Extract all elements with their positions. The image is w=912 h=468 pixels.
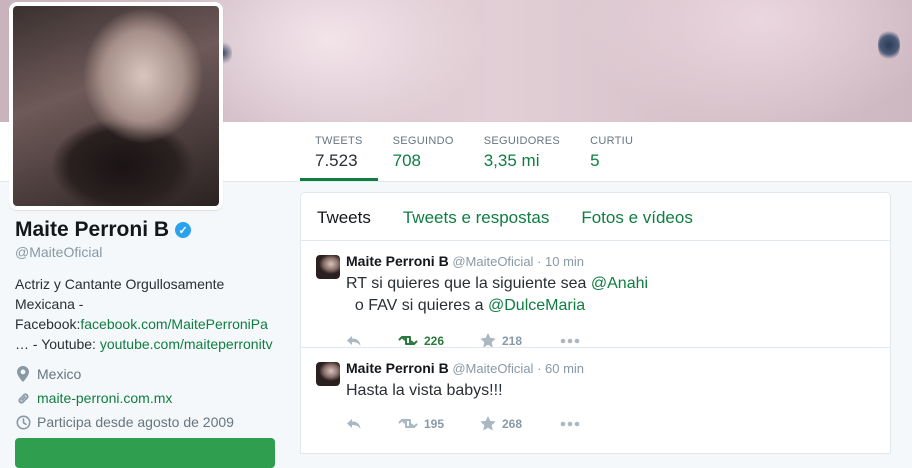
bio-text: … - Youtube: (15, 336, 100, 352)
tab-tweets[interactable]: Tweets (301, 193, 387, 240)
follow-button[interactable] (15, 438, 275, 468)
profile-bio: Actriz y Cantante Orgullosamente Mexican… (15, 274, 277, 354)
profile-joined: Participa desde agosto de 2009 (15, 410, 285, 434)
tab-photos-videos[interactable]: Fotos e vídeos (565, 193, 709, 240)
tweet[interactable]: Maite Perroni B @MaiteOficial · 10 min R… (301, 241, 890, 348)
tweet-author[interactable]: Maite Perroni B (346, 360, 449, 376)
tweet[interactable]: Maite Perroni B @MaiteOficial · 60 min H… (301, 348, 890, 453)
link-icon (15, 391, 31, 406)
more-options-icon (560, 421, 580, 427)
tweet-actions: 226 218 (346, 333, 816, 348)
stat-label: TWEETS (315, 135, 363, 147)
joined-text: Participa desde agosto de 2009 (37, 414, 234, 430)
more-button[interactable] (560, 421, 580, 427)
tweet-text-part: o FAV si quieres a (346, 297, 488, 314)
verified-badge-icon: ✓ (175, 222, 192, 238)
location-text: Mexico (37, 366, 82, 382)
stat-tweets[interactable]: TWEETS 7.523 (300, 122, 378, 181)
stat-followers[interactable]: SEGUIDORES 3,35 mi (469, 122, 575, 181)
stat-value: 5 (590, 151, 600, 170)
favorite-button[interactable]: 218 (480, 333, 560, 348)
more-button[interactable] (560, 338, 580, 344)
reply-button[interactable] (346, 418, 398, 430)
profile-location: Mexico (15, 362, 285, 386)
star-icon (480, 333, 496, 348)
reply-icon (346, 418, 362, 430)
mention-link[interactable]: @DulceMaria (488, 297, 585, 314)
retweet-count: 226 (424, 333, 445, 348)
stat-value: 3,35 mi (483, 151, 540, 170)
retweet-count: 195 (424, 416, 445, 431)
tweet-time[interactable]: · 10 min (537, 254, 584, 269)
stat-label: SEGUIDORES (483, 135, 561, 147)
favorite-button[interactable]: 268 (480, 416, 560, 431)
clock-icon (15, 415, 31, 430)
profile-name[interactable]: Maite Perroni B (15, 218, 169, 242)
retweet-icon (398, 334, 418, 347)
stat-label: CURTIU (590, 135, 634, 147)
profile-handle[interactable]: @MaiteOficial (15, 244, 285, 260)
tweet-time[interactable]: · 60 min (537, 361, 584, 376)
tweet-avatar[interactable] (316, 362, 340, 386)
stat-value: 708 (392, 151, 422, 170)
stat-label: SEGUINDO (392, 135, 454, 147)
tweet-avatar[interactable] (316, 255, 340, 279)
stat-following[interactable]: SEGUINDO 708 (378, 122, 469, 181)
tweet-handle[interactable]: @MaiteOficial (452, 254, 533, 269)
stat-likes[interactable]: CURTIU 5 (575, 122, 648, 181)
retweet-button[interactable]: 226 (398, 334, 480, 348)
stat-value: 7.523 (315, 151, 358, 170)
profile-website: maite-perroni.com.mx (15, 386, 285, 410)
retweet-button[interactable]: 195 (398, 417, 480, 431)
tweet-text: Hasta la vista babys!!! (346, 382, 503, 399)
mention-link[interactable]: @Anahi (591, 275, 648, 292)
bio-youtube-link[interactable]: youtube.com/maiteperronitv (100, 336, 273, 352)
timeline: Tweets Tweets e respostas Fotos e vídeos… (300, 192, 891, 454)
timeline-tabs: Tweets Tweets e respostas Fotos e vídeos (301, 193, 890, 241)
website-link[interactable]: maite-perroni.com.mx (37, 390, 172, 406)
reply-icon (346, 335, 362, 347)
favorite-count: 268 (502, 416, 523, 431)
tweet-text-part: RT si quieres que la siguiente sea (346, 275, 591, 292)
profile-meta: Mexico maite-perroni.com.mx Participa de… (15, 362, 285, 434)
star-icon (480, 416, 496, 431)
tweet-author[interactable]: Maite Perroni B (346, 253, 449, 269)
bio-facebook-link[interactable]: facebook.com/MaitePerroniPa (80, 316, 268, 332)
more-options-icon (560, 338, 580, 344)
location-pin-icon (15, 366, 31, 382)
tab-tweets-and-replies[interactable]: Tweets e respostas (387, 193, 565, 240)
tweet-actions: 195 268 (346, 416, 816, 431)
banner-image-detail (878, 28, 900, 62)
retweet-icon (398, 417, 418, 430)
profile-avatar[interactable] (9, 2, 223, 210)
profile-stats: TWEETS 7.523 SEGUINDO 708 SEGUIDORES 3,3… (300, 122, 648, 181)
tweet-handle[interactable]: @MaiteOficial (452, 361, 533, 376)
tweet-text: RT si quieres que la siguiente sea @Anah… (346, 273, 816, 317)
favorite-count: 218 (502, 333, 523, 348)
reply-button[interactable] (346, 335, 398, 347)
profile-card: Maite Perroni B ✓ @MaiteOficial Actriz y… (15, 218, 285, 434)
